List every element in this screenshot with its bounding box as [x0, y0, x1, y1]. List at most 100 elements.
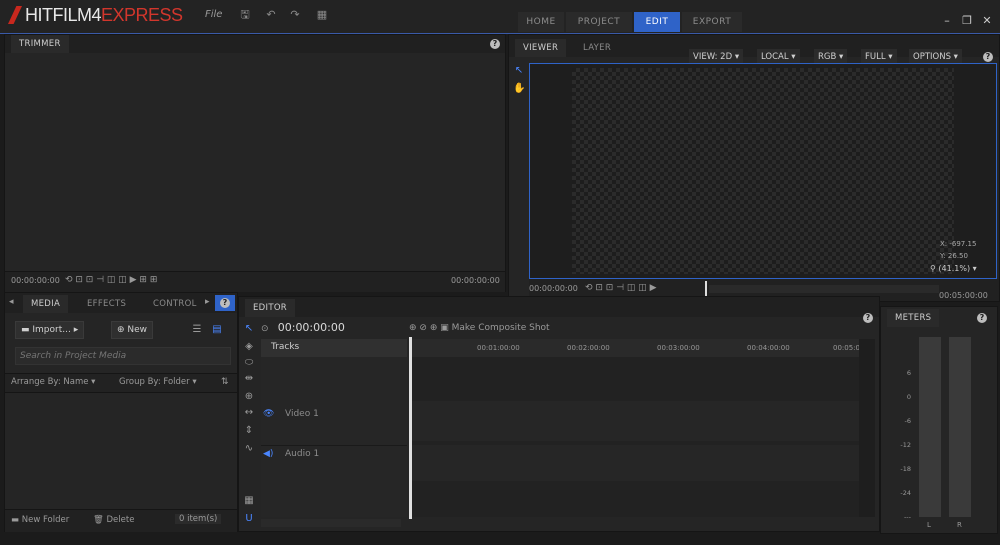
redo-icon[interactable]: ↷ — [288, 8, 302, 22]
viewer-playhead[interactable] — [705, 281, 707, 297]
select-tool-icon[interactable]: ↖ — [513, 65, 525, 77]
grid-icon[interactable]: ▦ — [315, 8, 329, 22]
help-icon[interactable]: ? — [983, 52, 993, 62]
editor-timecode-bar: ⊙ 00:00:00:00 — [261, 321, 409, 337]
tab-edit[interactable]: EDIT — [634, 12, 680, 32]
app-logo: HITFILM 4 EXPRESS — [8, 4, 183, 26]
group-dropdown[interactable]: Group By: Folder ▾ — [119, 377, 197, 387]
editor-panel: EDITOR ? ↖ ◈ ⬭ ⇹ ⊕ ↔ ⇕ ∿ ▦ U ⊙ 00:00:00:… — [238, 296, 880, 532]
arrange-dropdown[interactable]: Arrange By: Name ▾ — [11, 377, 95, 387]
file-menu[interactable]: File — [205, 9, 222, 20]
help-icon[interactable]: ? — [220, 298, 230, 308]
viewer-transport-icons[interactable]: ⟲ ⊡ ⊡ ⊣ ◫ ◫ ▶ — [585, 283, 657, 293]
help-icon[interactable]: ? — [490, 39, 500, 49]
list-view-icon[interactable]: ☰ — [191, 324, 203, 336]
close-icon[interactable]: ✕ — [980, 14, 994, 28]
ripple-tool-icon[interactable]: ⇹ — [243, 373, 255, 385]
tab-project[interactable]: PROJECT — [566, 12, 632, 32]
trimmer-transport: 00:00:00:00 ⟲ ⊡ ⊡ ⊣ ◫ ◫ ▶ ⊞ ⊞ 00:00:00:0… — [5, 271, 505, 292]
tab-viewer[interactable]: VIEWER — [515, 39, 567, 57]
y-readout: Y: 26.50 — [940, 252, 968, 260]
roll-tool-icon[interactable]: ⊕ — [243, 391, 255, 403]
space-label: LOCAL — [761, 52, 789, 62]
grid-toggle-icon[interactable]: ▦ — [243, 495, 255, 507]
speaker-icon[interactable]: ◀) — [263, 449, 273, 459]
help-icon[interactable]: ? — [977, 313, 987, 323]
timeline-ruler[interactable]: 00:01:00:00 00:02:00:00 00:03:00:00 00:0… — [409, 339, 860, 357]
meter-scale-label: -24 — [900, 489, 911, 497]
grid-view-icon[interactable]: ▤ — [211, 324, 223, 336]
viewer-frame[interactable]: X: -697.15 Y: 26.50 ⚲ (41.1%) ▾ — [529, 63, 997, 279]
meter-scale-label: --- — [903, 513, 911, 521]
ruler-tick: 00:03:00:00 — [657, 344, 700, 352]
options-label: OPTIONS — [913, 52, 951, 62]
curve-tool-icon[interactable]: ∿ — [243, 443, 255, 455]
audio-track-label: Audio 1 — [285, 449, 320, 459]
new-folder-button[interactable]: ▬ New Folder — [11, 515, 69, 525]
undo-icon[interactable]: ↶ — [264, 8, 278, 22]
tab-meters[interactable]: METERS — [887, 309, 940, 327]
timeline-zoom-slider[interactable] — [261, 519, 401, 527]
editor-timecode[interactable]: 00:00:00:00 — [278, 321, 345, 334]
composite-shot-button[interactable]: ▣ Make Composite Shot — [440, 323, 549, 333]
trimmer-transport-icons[interactable]: ⟲ ⊡ ⊡ ⊣ ◫ ◫ ▶ ⊞ ⊞ — [65, 275, 157, 285]
import-button[interactable]: ▬ Import... ▸ — [15, 321, 85, 339]
slice-tool-icon[interactable]: ⇕ — [243, 425, 255, 437]
tracks-label: Tracks — [271, 342, 300, 352]
tab-controls[interactable]: CONTROL — [145, 295, 205, 313]
viewer-scrub-bar[interactable] — [709, 285, 939, 293]
meter-scale-label: 0 — [906, 393, 911, 401]
tab-export[interactable]: EXPORT — [682, 12, 742, 32]
link-icon[interactable]: ⊘ — [419, 323, 427, 333]
help-icon[interactable]: ? — [863, 313, 873, 323]
video-track-lane[interactable] — [409, 401, 859, 441]
x-readout: X: -697.15 — [940, 240, 977, 248]
minimize-icon[interactable]: – — [940, 14, 954, 28]
tab-scroll-left-icon[interactable]: ◂ — [9, 297, 14, 307]
timeline-scrollbar[interactable] — [859, 339, 875, 517]
tab-editor[interactable]: EDITOR — [245, 299, 296, 317]
delete-label: Delete — [106, 515, 135, 525]
rate-tool-icon[interactable]: ↔ — [243, 407, 255, 419]
select-tool-icon[interactable]: ↖ — [243, 323, 255, 335]
hand-tool-icon[interactable]: ✋ — [513, 83, 525, 95]
audio-track-lane[interactable] — [409, 445, 859, 481]
canvas-transparency[interactable] — [572, 68, 954, 274]
help-tab[interactable]: ? — [215, 295, 235, 311]
viewer-timecode-current: 00:00:00:00 — [529, 284, 578, 293]
eye-icon[interactable]: 👁 — [263, 409, 274, 419]
timeline-playhead[interactable] — [409, 337, 412, 519]
view-mode-label: VIEW: 2D — [693, 52, 733, 62]
slip-tool-icon[interactable]: ⬭ — [243, 357, 255, 369]
sort-icon[interactable]: ⇅ — [221, 377, 229, 387]
tab-media[interactable]: MEDIA — [23, 295, 69, 313]
add-marker-icon[interactable]: ⊕ — [430, 323, 438, 333]
ruler-tick: 00:04:00:00 — [747, 344, 790, 352]
media-panel: ◂ MEDIA EFFECTS CONTROL ▸ ? ▬ Import... … — [4, 292, 238, 532]
trimmer-timecode-out: 00:00:00:00 — [451, 276, 500, 285]
add-track-icon[interactable]: ⊕ — [409, 323, 417, 333]
clock-icon: ⊙ — [261, 324, 269, 334]
zoom-level[interactable]: ⚲ (41.1%) ▾ — [930, 264, 977, 273]
timeline-area[interactable] — [409, 357, 859, 517]
maximize-icon[interactable]: ❐ — [960, 14, 974, 28]
track-select-icon[interactable]: ◈ — [243, 341, 255, 353]
track-headers: 👁 Video 1 ◀) Audio 1 — [261, 357, 407, 517]
ruler-tick: 00:01:00:00 — [477, 344, 520, 352]
new-button[interactable]: ⊕ New — [111, 321, 154, 339]
trimmer-tabbar — [5, 35, 505, 53]
search-media-input[interactable] — [15, 347, 231, 365]
meters-panel: METERS ? 6 0 -6 -12 -18 -24 --- L R — [880, 306, 998, 534]
meter-right — [949, 337, 971, 517]
tab-layer[interactable]: LAYER — [575, 39, 619, 57]
meter-left — [919, 337, 941, 517]
title-bar: HITFILM 4 EXPRESS File 🖫 ↶ ↷ ▦ HOME PROJ… — [0, 0, 1000, 34]
logo-version: 4 — [91, 4, 102, 25]
tab-trimmer[interactable]: TRIMMER — [11, 35, 69, 53]
magnet-icon[interactable]: U — [243, 513, 255, 525]
save-icon[interactable]: 🖫 — [238, 8, 252, 22]
tab-effects[interactable]: EFFECTS — [79, 295, 134, 313]
tab-scroll-right-icon[interactable]: ▸ — [205, 297, 210, 307]
tab-home[interactable]: HOME — [518, 12, 564, 32]
delete-button[interactable]: 🗑 Delete — [93, 515, 134, 525]
